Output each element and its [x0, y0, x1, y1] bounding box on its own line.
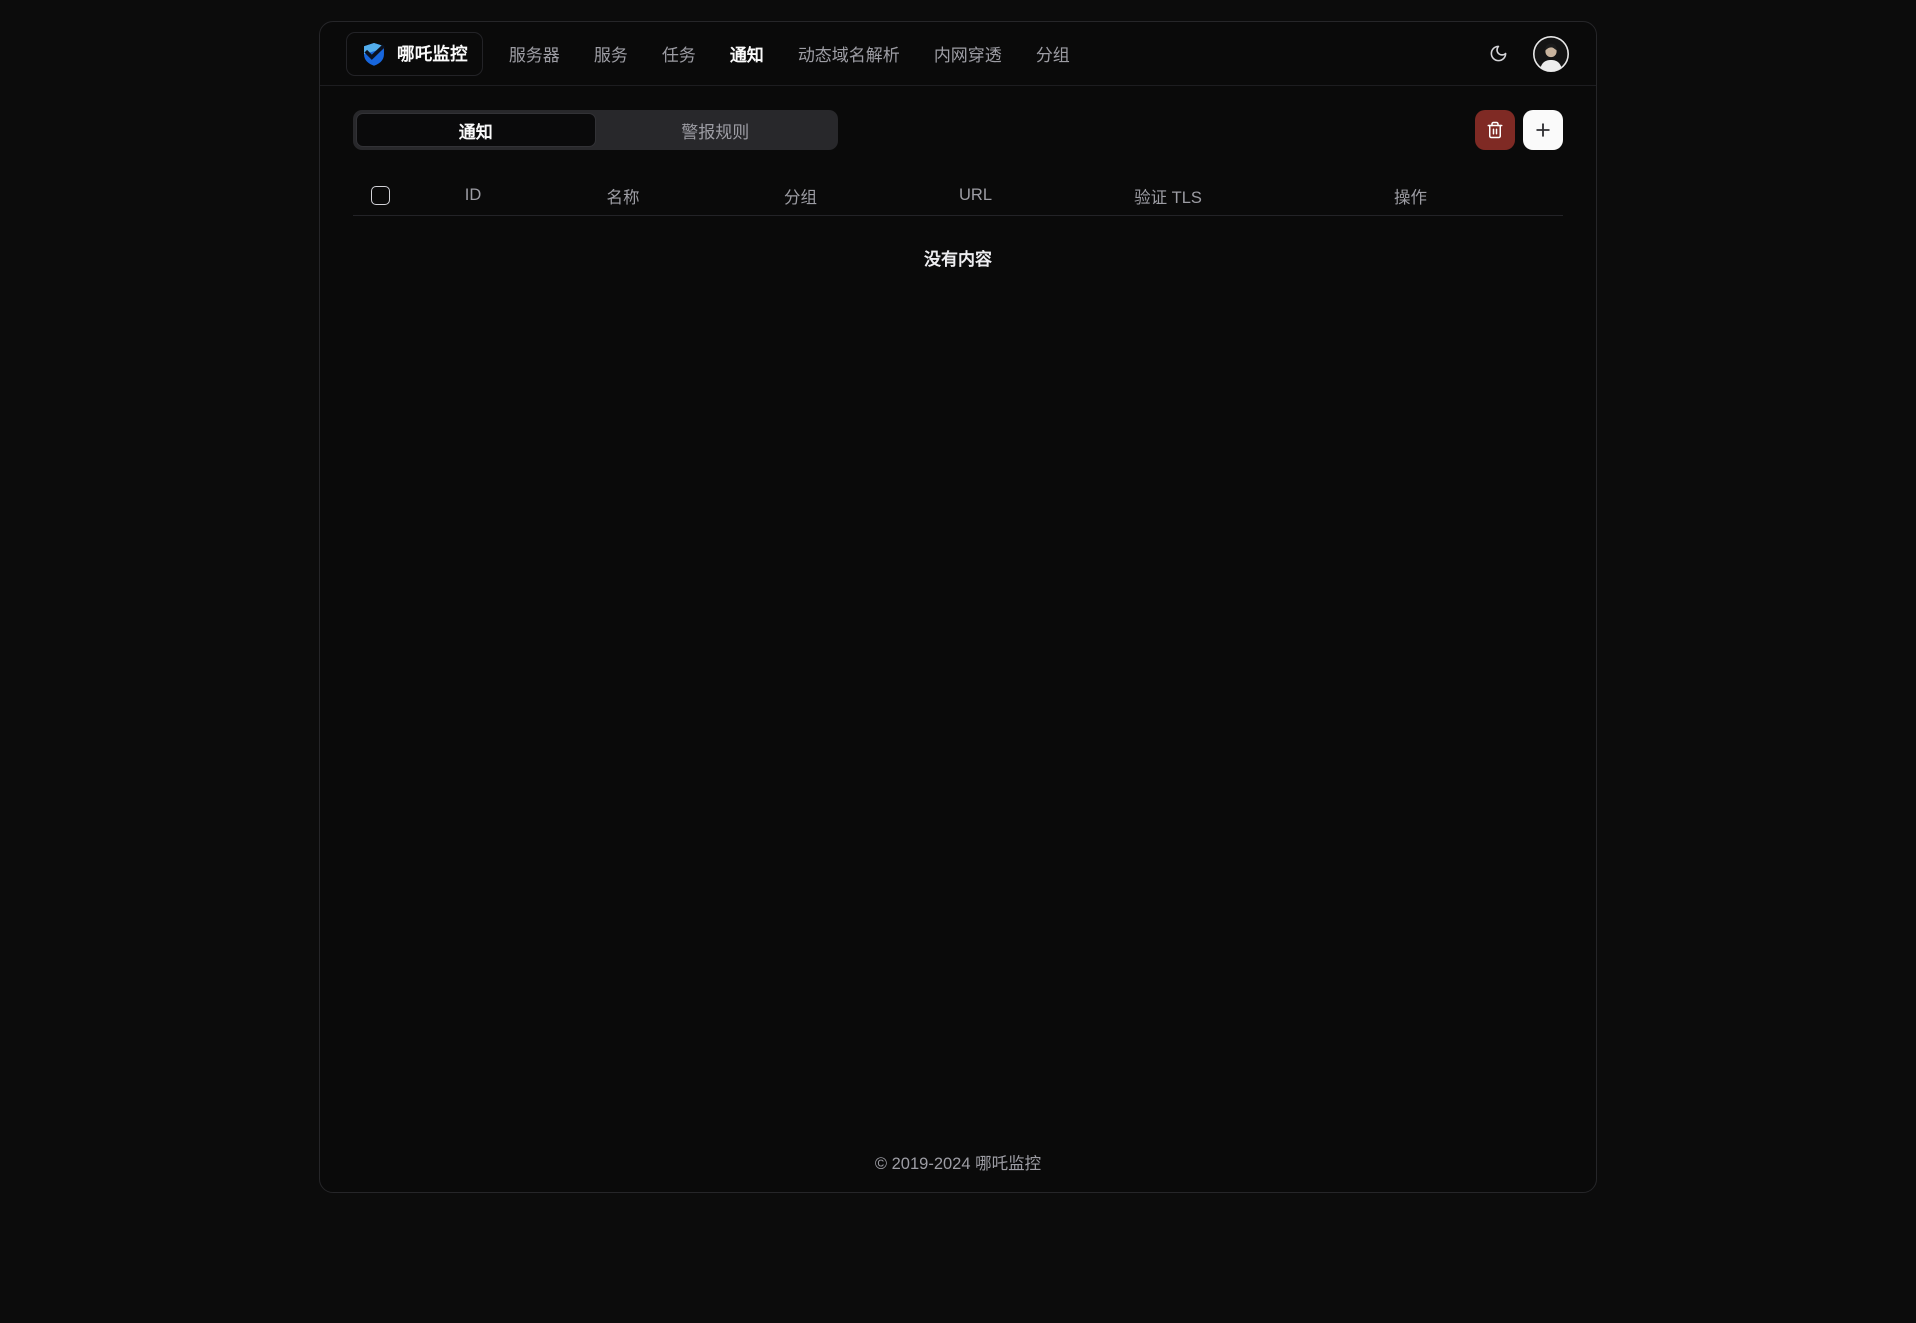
nav-item-notifications[interactable]: 通知 — [730, 41, 764, 66]
nav-item-ddns[interactable]: 动态域名解析 — [798, 41, 900, 66]
brand-name: 哪吒监控 — [397, 41, 468, 66]
header-cell-name: 名称 — [518, 184, 728, 208]
table-empty-state: 没有内容 — [353, 216, 1563, 270]
nav-item-servers[interactable]: 服务器 — [509, 41, 560, 66]
header-cell-id: ID — [428, 186, 518, 205]
moon-icon — [1489, 44, 1508, 63]
notifications-page: 通知 警报规则 — [320, 86, 1596, 1192]
tab-notifications[interactable]: 通知 — [356, 113, 596, 147]
header-cell-select — [353, 186, 428, 205]
user-avatar — [1532, 35, 1570, 73]
nav-item-tasks[interactable]: 任务 — [662, 41, 696, 66]
header-cell-url: URL — [873, 186, 1078, 205]
empty-state-text: 没有内容 — [924, 250, 992, 269]
theme-toggle-button[interactable] — [1480, 36, 1516, 72]
add-button[interactable] — [1523, 110, 1563, 150]
plus-icon — [1533, 120, 1553, 140]
brand-shield-icon — [361, 41, 387, 67]
toolbar: 通知 警报规则 — [353, 110, 1563, 150]
main-nav: 服务器 服务 任务 通知 动态域名解析 内网穿透 分组 — [509, 41, 1070, 66]
delete-button[interactable] — [1475, 110, 1515, 150]
table-header-row: ID 名称 分组 URL 验证 TLS 操作 — [353, 176, 1563, 216]
brand-logo-button[interactable]: 哪吒监控 — [346, 32, 483, 76]
tab-alert-rules[interactable]: 警报规则 — [596, 113, 836, 147]
select-all-checkbox[interactable] — [371, 186, 390, 205]
header-cell-group: 分组 — [728, 184, 873, 208]
nav-item-groups[interactable]: 分组 — [1036, 41, 1070, 66]
trash-icon — [1486, 121, 1504, 139]
navbar: 哪吒监控 服务器 服务 任务 通知 动态域名解析 内网穿透 分组 — [320, 22, 1596, 86]
app-card: 哪吒监控 服务器 服务 任务 通知 动态域名解析 内网穿透 分组 — [319, 21, 1597, 1193]
nav-item-services[interactable]: 服务 — [594, 41, 628, 66]
tabs-list: 通知 警报规则 — [353, 110, 838, 150]
copyright-text: © 2019-2024 哪吒监控 — [875, 1155, 1041, 1173]
header-cell-operations: 操作 — [1258, 184, 1563, 208]
navbar-right — [1480, 35, 1570, 73]
user-menu-button[interactable] — [1532, 35, 1570, 73]
header-cell-tls: 验证 TLS — [1078, 184, 1258, 208]
notifications-table: ID 名称 分组 URL 验证 TLS 操作 没有内容 — [353, 176, 1563, 270]
toolbar-actions — [1475, 110, 1563, 150]
nav-item-nat[interactable]: 内网穿透 — [934, 41, 1002, 66]
footer: © 2019-2024 哪吒监控 — [353, 1150, 1563, 1192]
